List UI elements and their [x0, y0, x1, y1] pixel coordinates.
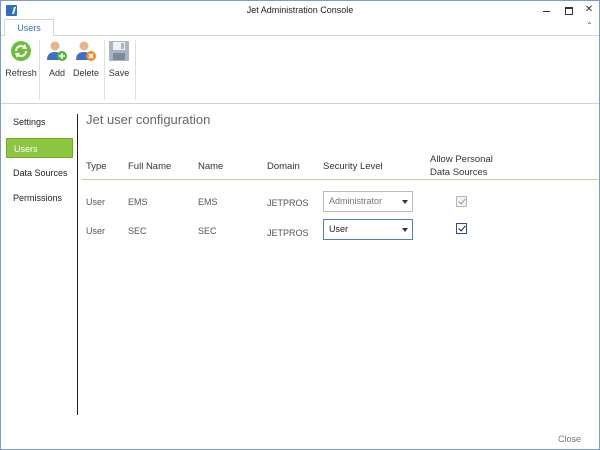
ribbon-separator: [39, 40, 40, 100]
column-header-type: Type: [86, 161, 107, 172]
row1-type: User: [86, 197, 106, 207]
collapse-ribbon-icon[interactable]: ⌃: [586, 22, 594, 30]
row1-name: EMS: [198, 197, 218, 207]
column-header-security-level: Security Level: [323, 161, 383, 172]
sidebar-item-data-sources[interactable]: Data Sources: [6, 163, 73, 183]
row2-domain: JETPROS: [267, 228, 309, 238]
row2-type: User: [86, 226, 106, 236]
add-label: Add: [48, 68, 65, 78]
row2-allow-personal-checkbox[interactable]: [456, 223, 467, 234]
row1-domain: JETPROS: [267, 198, 309, 208]
maximize-icon[interactable]: [557, 3, 579, 17]
page-title: Jet user configuration: [86, 112, 211, 127]
sidebar-item-permissions[interactable]: Permissions: [6, 188, 73, 208]
delete-user-icon: [75, 40, 97, 62]
tab-users[interactable]: Users: [4, 19, 54, 37]
app-window: Jet Administration Console ✕ Users ⌃ Ref…: [0, 0, 600, 450]
refresh-icon: [10, 40, 32, 62]
column-header-allow-personal-line2: Data Sources: [430, 167, 488, 178]
save-button[interactable]: Save: [108, 40, 130, 78]
add-user-icon: [46, 40, 68, 62]
save-icon: [108, 40, 130, 62]
refresh-button[interactable]: Refresh: [4, 40, 38, 78]
add-user-button[interactable]: Add: [45, 40, 69, 78]
ribbon-separator: [104, 40, 105, 100]
save-label: Save: [108, 68, 130, 78]
window-title: Jet Administration Console: [246, 5, 354, 15]
sidebar-item-settings[interactable]: Settings: [6, 112, 73, 132]
column-header-allow-personal-line1: Allow Personal: [430, 154, 493, 165]
row1-security-level-value: Administrator: [329, 196, 383, 206]
ribbon-tab-row: Users ⌃: [1, 19, 599, 37]
sidebar-divider: [77, 114, 78, 415]
close-icon[interactable]: ✕: [578, 3, 600, 17]
ribbon-toolbar: Refresh Add Delete Save: [1, 36, 599, 104]
ribbon-separator: [135, 40, 136, 100]
column-header-domain: Domain: [267, 161, 300, 172]
delete-label: Delete: [72, 68, 99, 78]
title-bar: Jet Administration Console ✕: [1, 1, 599, 21]
minimize-icon[interactable]: [535, 3, 557, 17]
column-header-allow-personal: Allow Personal Data Sources: [430, 153, 493, 179]
row1-full-name: EMS: [128, 197, 148, 207]
header-divider: [82, 179, 598, 180]
column-header-full-name: Full Name: [128, 161, 172, 172]
sidebar-nav: Settings Users Data Sources Permissions: [1, 105, 77, 415]
row2-security-level-value: User: [329, 224, 349, 234]
chevron-down-icon: [402, 200, 408, 204]
chevron-down-icon: [402, 228, 408, 232]
row2-full-name: SEC: [128, 226, 147, 236]
close-button[interactable]: Close: [558, 434, 581, 444]
row1-security-level-select[interactable]: Administrator: [323, 191, 413, 212]
refresh-label: Refresh: [5, 68, 37, 78]
sidebar-item-users[interactable]: Users: [6, 138, 73, 158]
column-header-name: Name: [198, 161, 224, 172]
row2-name: SEC: [198, 226, 217, 236]
row1-allow-personal-checkbox[interactable]: [456, 196, 467, 207]
delete-user-button[interactable]: Delete: [71, 40, 101, 78]
row2-security-level-select[interactable]: User: [323, 219, 413, 240]
